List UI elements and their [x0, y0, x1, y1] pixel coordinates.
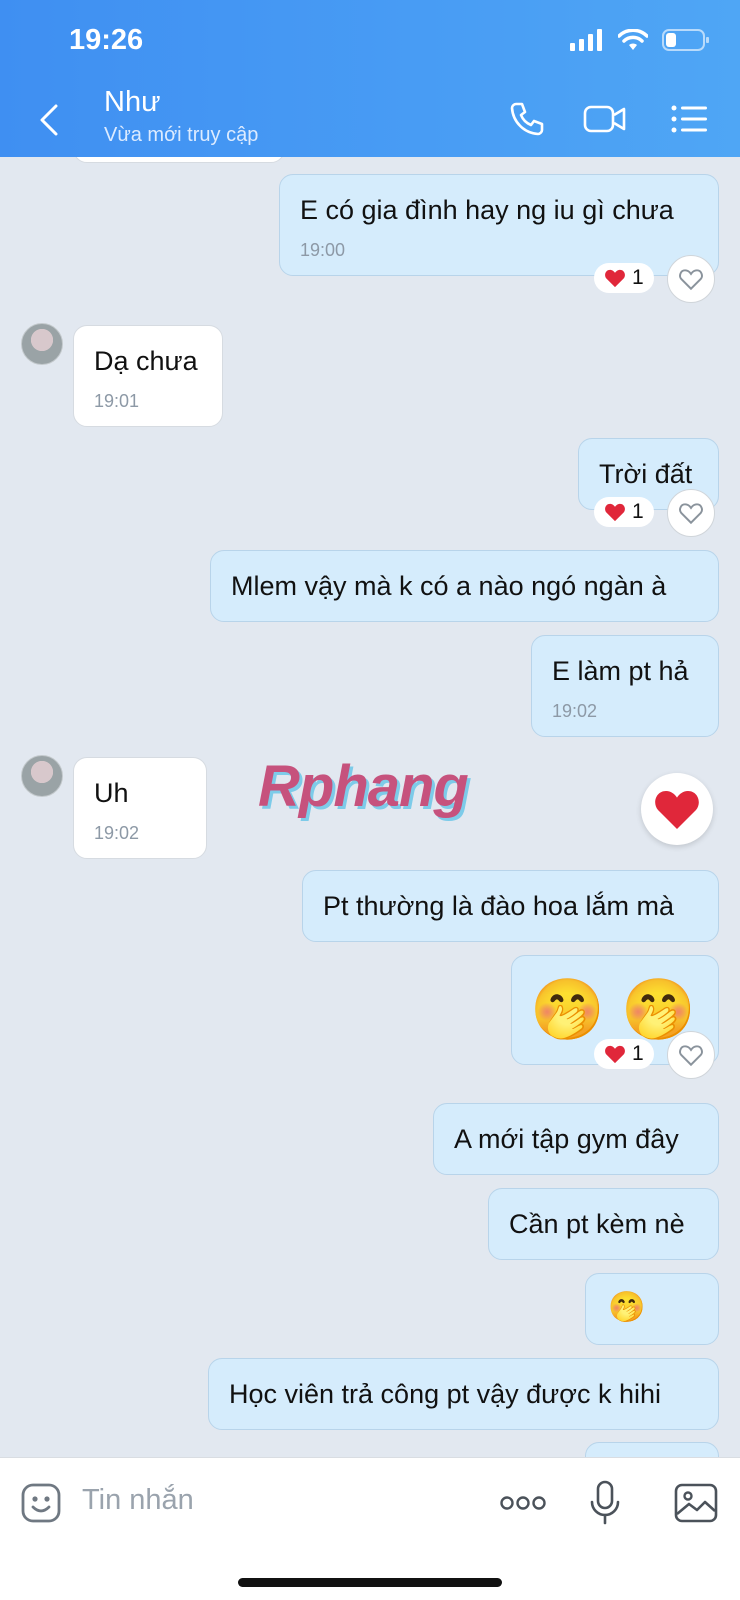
more-button[interactable]	[498, 1480, 548, 1526]
message-text: Trời đất	[599, 459, 693, 489]
message-text: A mới tập gym đây	[454, 1124, 679, 1154]
menu-button[interactable]	[666, 96, 712, 142]
chevron-left-icon	[40, 104, 58, 136]
battery-icon	[662, 29, 709, 51]
video-camera-icon	[583, 105, 626, 133]
emoji-content: 🤭 🤭	[530, 976, 697, 1043]
avatar[interactable]	[21, 755, 63, 797]
message-bubble-incoming[interactable]: Dạ chưa 19:01	[73, 325, 223, 427]
message-bubble-emoji[interactable]: 🤭	[585, 1273, 719, 1345]
message-bubble-outgoing[interactable]: Mlem vậy mà k có a nào ngó ngàn à	[210, 550, 719, 622]
reaction-count: 1	[632, 1042, 644, 1065]
contact-status: Vừa mới truy cập	[104, 124, 259, 146]
list-icon	[671, 105, 707, 133]
message-text: Dạ chưa	[94, 346, 198, 376]
avatar[interactable]	[21, 323, 63, 365]
status-time: 19:26	[69, 24, 144, 56]
message-bubble-partial[interactable]	[73, 157, 285, 163]
video-call-button[interactable]	[582, 96, 628, 142]
like-button[interactable]	[667, 489, 715, 537]
like-button[interactable]	[667, 255, 715, 303]
message-time: 19:02	[552, 701, 598, 721]
reaction-count: 1	[632, 266, 644, 289]
heart-outline-icon	[679, 503, 703, 525]
heart-icon	[605, 269, 625, 288]
reaction-button[interactable]	[641, 773, 713, 845]
message-text: Cần pt kèm nè	[509, 1209, 685, 1239]
reaction-count: 1	[632, 500, 644, 523]
more-dots-icon	[500, 1496, 546, 1510]
emoji-button[interactable]	[18, 1480, 64, 1526]
heart-icon	[605, 503, 625, 522]
message-bubble-outgoing[interactable]: Cần pt kèm nè	[488, 1188, 719, 1260]
signal-icon	[570, 29, 602, 51]
reaction-badge[interactable]: 1	[594, 497, 654, 527]
message-bubble-outgoing[interactable]: A mới tập gym đây	[433, 1103, 719, 1175]
reaction-badge[interactable]: 1	[594, 1039, 654, 1069]
message-input-bar: Tin nhắn	[0, 1457, 740, 1600]
message-text: Mlem vậy mà k có a nào ngó ngàn à	[231, 571, 667, 601]
message-time: 19:01	[94, 391, 140, 411]
message-text: E làm pt hả	[552, 656, 689, 686]
message-bubble-outgoing[interactable]: Pt thường là đào hoa lắm mà	[302, 870, 719, 942]
reaction-badge[interactable]: 1	[594, 263, 654, 293]
message-text: E có gia đình hay ng iu gì chưa	[300, 195, 674, 225]
heart-outline-icon	[679, 1045, 703, 1067]
message-bubble-outgoing[interactable]: E có gia đình hay ng iu gì chưa 19:00	[279, 174, 719, 276]
heart-outline-icon	[679, 269, 703, 291]
message-list[interactable]: E có gia đình hay ng iu gì chưa 19:00 1 …	[0, 157, 740, 1457]
heart-icon	[655, 791, 699, 829]
phone-icon	[510, 102, 544, 136]
message-text: Học viên trả công pt vậy được k hihi	[229, 1379, 661, 1409]
wifi-icon	[618, 29, 648, 50]
image-icon	[674, 1483, 718, 1523]
status-icons	[570, 28, 710, 52]
message-time: 19:00	[300, 240, 346, 260]
watermark: Rphang	[258, 754, 469, 819]
image-button[interactable]	[673, 1480, 719, 1526]
chat-header: 19:26 Như Vừa mới truy cập	[0, 0, 740, 157]
call-button[interactable]	[504, 96, 550, 142]
voice-button[interactable]	[582, 1480, 628, 1526]
back-button[interactable]	[34, 100, 64, 140]
message-bubble-outgoing[interactable]: E làm pt hả 19:02	[531, 635, 719, 737]
like-button[interactable]	[667, 1031, 715, 1079]
message-bubble-incoming[interactable]: Uh 19:02	[73, 757, 207, 859]
message-text: Uh	[94, 778, 129, 808]
emoji-icon	[21, 1483, 61, 1523]
heart-icon	[605, 1045, 625, 1064]
message-time: 19:02	[94, 823, 140, 843]
microphone-icon	[590, 1480, 620, 1525]
message-text: Pt thường là đào hoa lắm mà	[323, 891, 674, 921]
emoji-content: 🤭	[608, 1291, 646, 1324]
message-input[interactable]: Tin nhắn	[82, 1484, 194, 1517]
message-bubble-partial[interactable]	[585, 1442, 719, 1457]
contact-name[interactable]: Như	[104, 86, 161, 119]
message-bubble-outgoing[interactable]: Học viên trả công pt vậy được k hihi	[208, 1358, 719, 1430]
home-indicator	[238, 1578, 502, 1587]
